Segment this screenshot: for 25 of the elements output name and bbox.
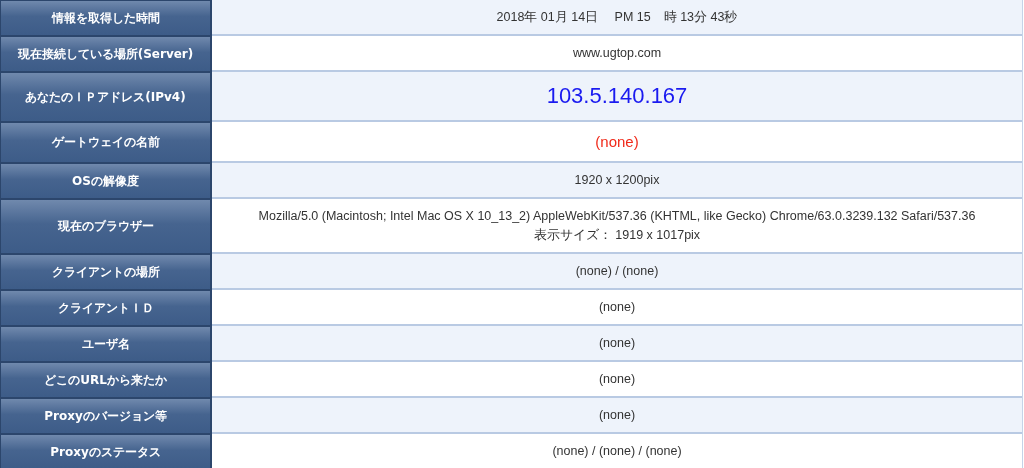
row-label: どこのURLから来たか [0,362,212,398]
value-text: 表示サイズ： 1919 x 1017pix [533,226,701,244]
row-label: 情報を取得した時間 [0,0,212,36]
row-label: ゲートウェイの名前 [0,122,212,163]
row-label: 現在接続している場所(Server) [0,36,212,72]
row-label: あなたのＩＰアドレス(IPv4) [0,72,212,122]
value-text: (none) [598,370,636,388]
row-label: OSの解像度 [0,163,212,199]
value-text: (none) [598,406,636,424]
row-label: Proxyのステータス [0,434,212,468]
value-text: 2018年 01月 14日 PM 15 時 13分 43秒 [496,8,738,26]
value-text: (none) [595,131,639,152]
row-label: 現在のブラウザー [0,199,212,254]
row-label: ユーザ名 [0,326,212,362]
row-label: クライアントＩＤ [0,290,212,326]
value-text: www.ugtop.com [572,44,662,62]
value-text: (none) / (none) [575,262,659,280]
row-label: Proxyのバージョン等 [0,398,212,434]
value-text: 103.5.140.167 [546,82,688,111]
value-text: (none) [598,334,636,352]
value-text: Mozilla/5.0 (Macintosh; Intel Mac OS X 10_13_2) AppleWebKit/537.36 (KHTML, like Gecko) Chrome/63.0.3239.132 Safari/537.36 [258,208,976,226]
value-text: (none) [598,298,636,316]
value-text: 1920 x 1200pix [574,171,660,189]
value-text: (none) / (none) / (none) [552,442,682,460]
row-label: クライアントの場所 [0,254,212,290]
